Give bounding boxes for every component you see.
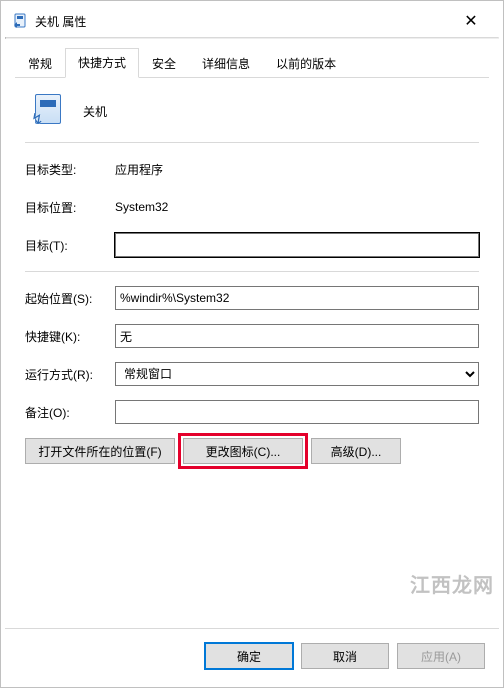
run-label: 运行方式(R): — [25, 366, 115, 383]
target-location-label: 目标位置: — [25, 199, 115, 216]
change-icon-button[interactable]: 更改图标(C)... — [183, 438, 303, 464]
tab-security[interactable]: 安全 — [139, 49, 189, 78]
advanced-button[interactable]: 高级(D)... — [311, 438, 401, 464]
dialog-footer: 确定 取消 应用(A) — [5, 628, 499, 683]
ok-button[interactable]: 确定 — [205, 643, 293, 669]
titlebar-icon — [13, 13, 29, 29]
tab-strip: 常规 快捷方式 安全 详细信息 以前的版本 — [5, 39, 499, 78]
target-location-value: System32 — [115, 200, 479, 214]
startin-label: 起始位置(S): — [25, 290, 115, 307]
run-select[interactable]: 常规窗口 — [115, 362, 479, 386]
shortcut-name: 关机 — [83, 103, 107, 120]
target-input[interactable] — [115, 233, 479, 257]
shortcut-key-input[interactable] — [115, 324, 479, 348]
target-type-value: 应用程序 — [115, 161, 479, 178]
startin-input[interactable] — [115, 286, 479, 310]
shortcut-icon: ↯ — [31, 94, 65, 128]
target-type-label: 目标类型: — [25, 161, 115, 178]
tab-shortcut[interactable]: 快捷方式 — [65, 48, 139, 78]
target-label: 目标(T): — [25, 237, 115, 254]
divider — [25, 271, 479, 272]
titlebar: 关机 属性 ✕ — [5, 5, 499, 37]
close-button[interactable]: ✕ — [451, 7, 491, 35]
properties-dialog: 关机 属性 ✕ 常规 快捷方式 安全 详细信息 以前的版本 ↯ 关机 目标类型:… — [5, 5, 499, 683]
divider — [25, 142, 479, 143]
tab-details[interactable]: 详细信息 — [189, 49, 263, 78]
window-title: 关机 属性 — [35, 13, 451, 30]
tab-content: ↯ 关机 目标类型: 应用程序 目标位置: System32 目标(T): 起始… — [5, 78, 499, 628]
comment-label: 备注(O): — [25, 404, 115, 421]
tab-previous[interactable]: 以前的版本 — [263, 49, 349, 78]
comment-input[interactable] — [115, 400, 479, 424]
apply-button[interactable]: 应用(A) — [397, 643, 485, 669]
shortcut-key-label: 快捷键(K): — [25, 328, 115, 345]
tab-general[interactable]: 常规 — [15, 49, 65, 78]
open-file-location-button[interactable]: 打开文件所在的位置(F) — [25, 438, 175, 464]
action-button-row: 打开文件所在的位置(F) 更改图标(C)... 高级(D)... — [25, 438, 479, 464]
cancel-button[interactable]: 取消 — [301, 643, 389, 669]
